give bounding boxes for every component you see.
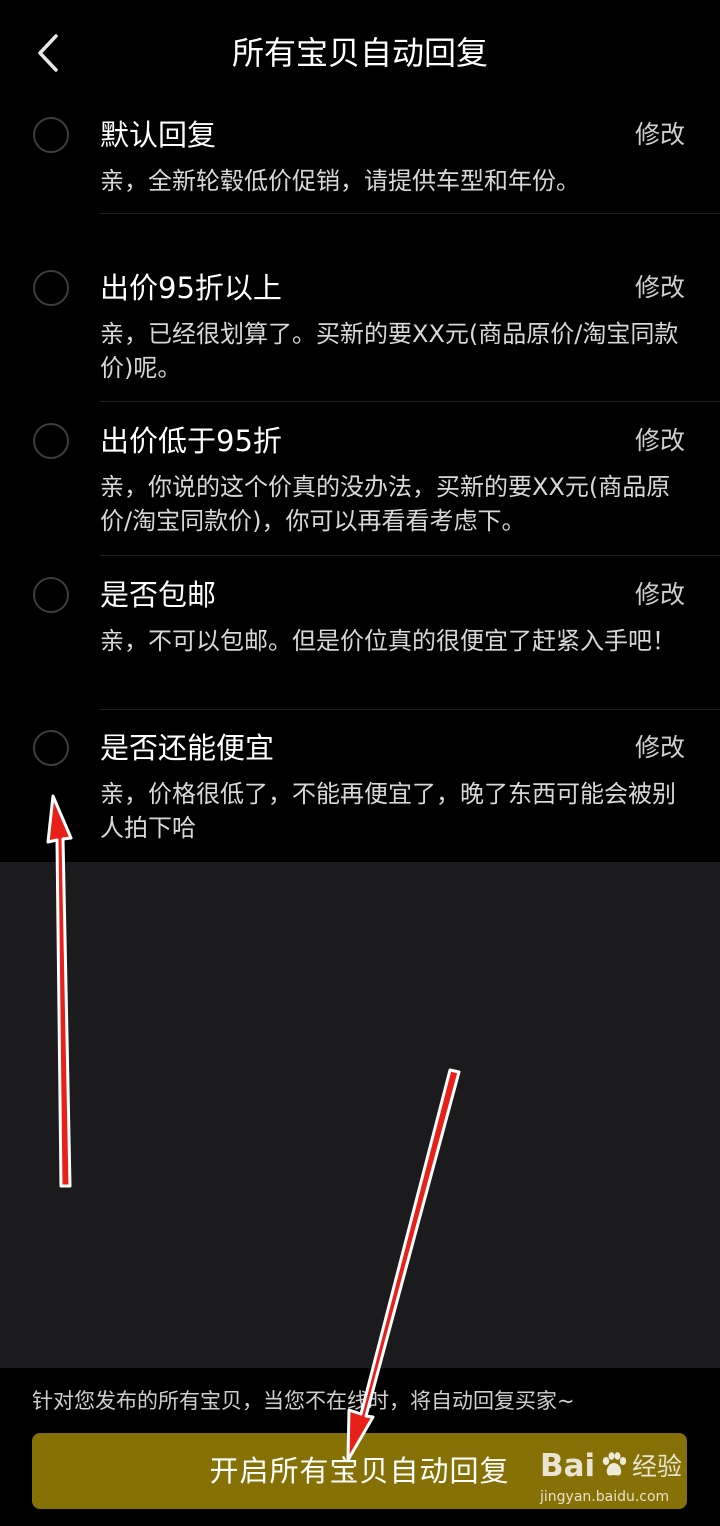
page-title: 所有宝贝自动回复 bbox=[231, 34, 488, 72]
radio-button[interactable] bbox=[33, 730, 69, 766]
reply-item-free-shipping[interactable]: 是否包邮 修改 亲，不可以包邮。但是价位真的很便宜了赶紧入手吧！ bbox=[0, 566, 720, 719]
reply-text: 亲，全新轮毂低价促销，请提供车型和年份。 bbox=[100, 167, 580, 195]
radio-button[interactable] bbox=[33, 577, 69, 613]
reply-item-default[interactable]: 默认回复 修改 亲，全新轮毂低价促销，请提供车型和年份。 bbox=[0, 105, 720, 260]
reply-item-below-95[interactable]: 出价低于95折 修改 亲，你说的这个价真的没办法，买新的要XX元(商品原价/淘宝… bbox=[0, 413, 720, 566]
divider bbox=[100, 709, 720, 710]
auto-reply-list: 默认回复 修改 亲，全新轮毂低价促销，请提供车型和年份。 出价95折以上 修改 … bbox=[0, 105, 720, 862]
empty-area bbox=[0, 862, 720, 1368]
reply-item-cheaper[interactable]: 是否还能便宜 修改 亲，价格很低了，不能再便宜了，晚了东西可能会被别人拍下哈 bbox=[0, 719, 720, 862]
divider bbox=[100, 401, 720, 402]
reply-title: 是否还能便宜 bbox=[100, 731, 275, 765]
top-bar: 所有宝贝自动回复 bbox=[0, 0, 720, 105]
reply-title: 出价95折以上 bbox=[100, 271, 282, 305]
reply-title: 出价低于95折 bbox=[100, 424, 282, 458]
divider bbox=[100, 213, 720, 214]
reply-text: 亲，价格很低了，不能再便宜了，晚了东西可能会被别人拍下哈 bbox=[100, 780, 676, 842]
watermark-brand: Bai bbox=[540, 1448, 596, 1484]
edit-button[interactable]: 修改 bbox=[635, 115, 685, 155]
watermark-url: jingyan.baidu.com bbox=[540, 1489, 670, 1505]
watermark-suffix: 经验 bbox=[632, 1452, 683, 1481]
paw-icon bbox=[602, 1452, 627, 1476]
radio-button[interactable] bbox=[33, 423, 69, 459]
footer-note: 针对您发布的所有宝贝，当您不在线时，将自动回复买家~ bbox=[32, 1389, 575, 1413]
reply-title: 默认回复 bbox=[100, 118, 217, 152]
edit-button[interactable]: 修改 bbox=[635, 421, 685, 461]
reply-text: 亲，不可以包邮。但是价位真的很便宜了赶紧入手吧！ bbox=[100, 627, 676, 655]
radio-button[interactable] bbox=[33, 270, 69, 306]
reply-text: 亲，已经很划算了。买新的要XX元(商品原价/淘宝同款价)呢。 bbox=[100, 320, 679, 382]
edit-button[interactable]: 修改 bbox=[635, 268, 685, 308]
edit-button[interactable]: 修改 bbox=[635, 728, 685, 768]
edit-button[interactable]: 修改 bbox=[635, 575, 685, 615]
watermark: Bai 经验 jingyan.baidu.com bbox=[540, 1446, 690, 1516]
radio-button[interactable] bbox=[33, 117, 69, 153]
divider bbox=[100, 555, 720, 556]
reply-title: 是否包邮 bbox=[100, 578, 217, 612]
reply-item-above-95[interactable]: 出价95折以上 修改 亲，已经很划算了。买新的要XX元(商品原价/淘宝同款价)呢… bbox=[0, 260, 720, 413]
reply-text: 亲，你说的这个价真的没办法，买新的要XX元(商品原价/淘宝同款价)，你可以再看看… bbox=[100, 473, 671, 535]
